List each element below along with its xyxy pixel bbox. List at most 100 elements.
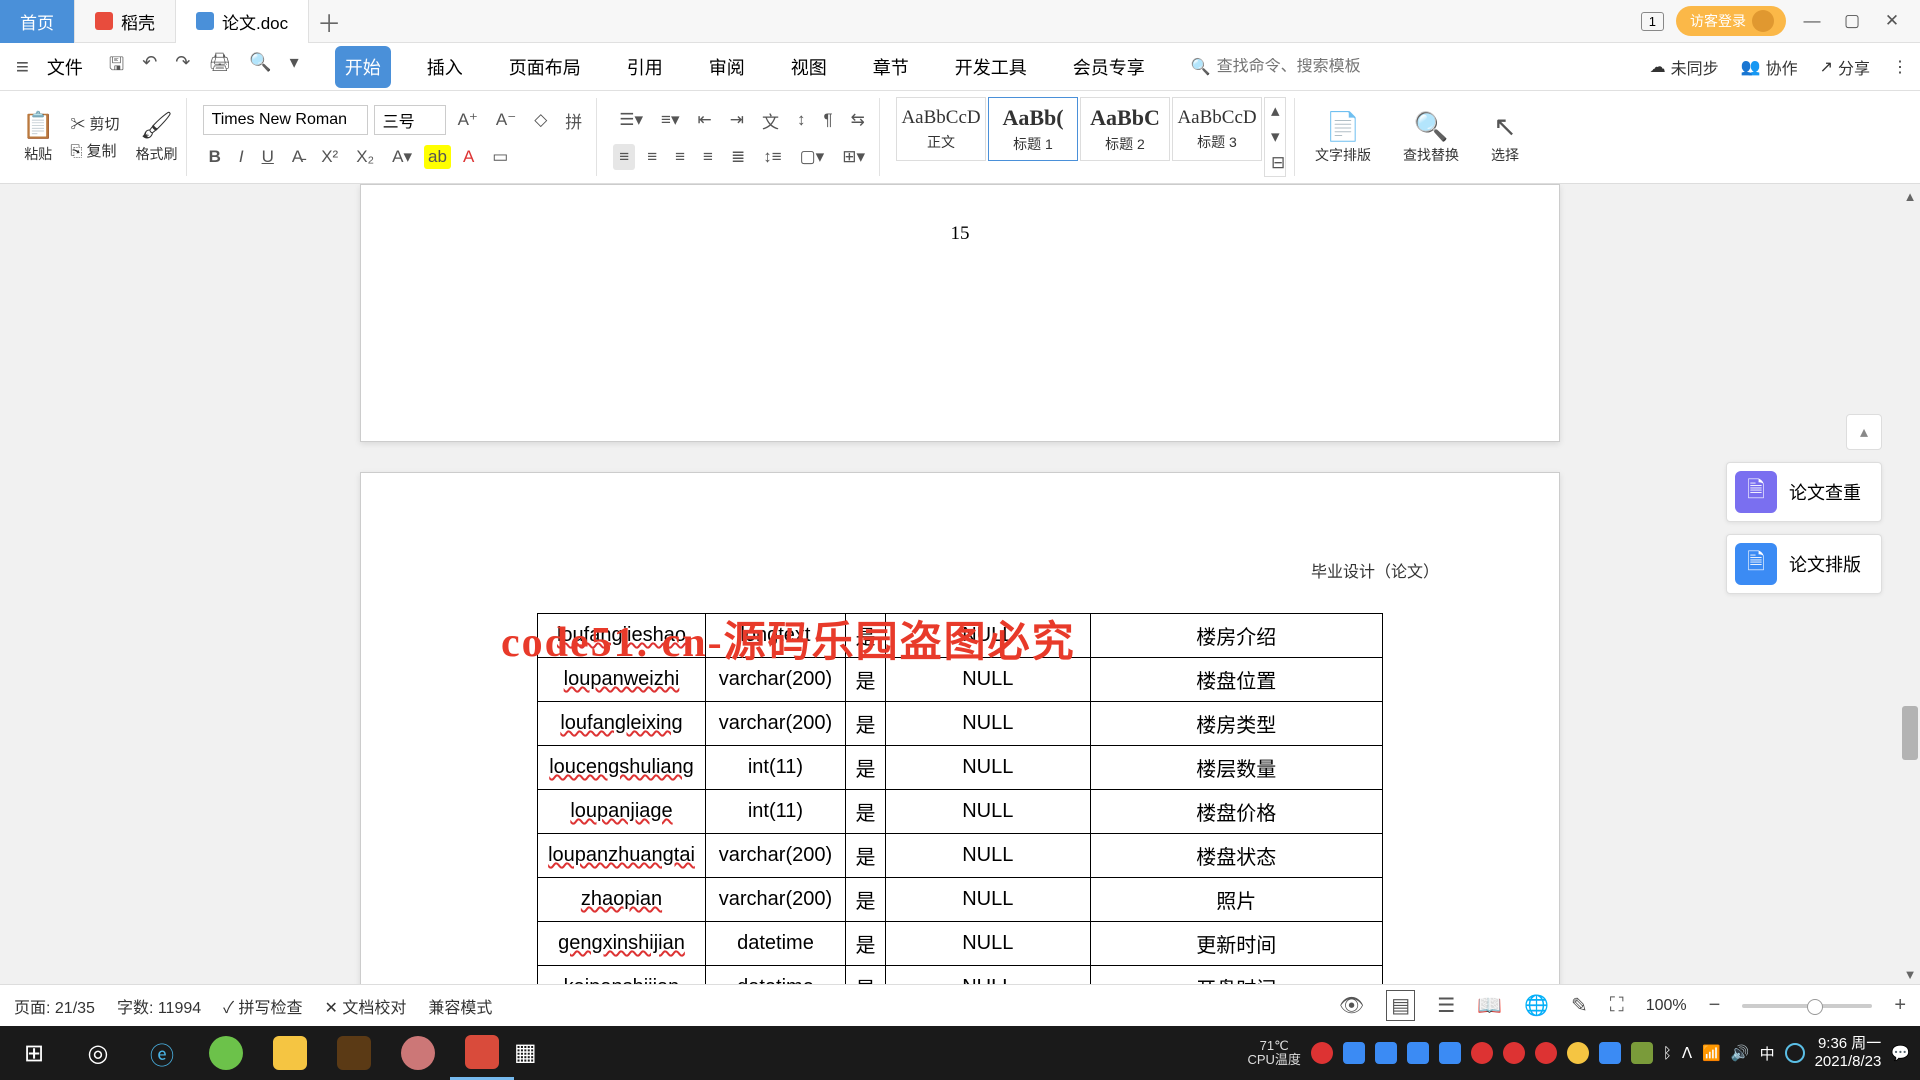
ie-icon[interactable]: ⓔ [130,1026,194,1080]
style-heading3[interactable]: AaBbCcD标题 3 [1172,97,1262,161]
asian-layout-button[interactable]: 文 [756,105,785,136]
ribbon-tab-view[interactable]: 视图 [781,46,837,88]
tray-icon[interactable] [1343,1042,1365,1064]
ribbon-tab-insert[interactable]: 插入 [417,46,473,88]
tab-document[interactable]: 论文.doc [176,0,309,43]
increase-font-icon[interactable]: A⁺ [452,107,484,133]
new-tab-button[interactable]: ＋ [309,4,349,39]
ribbon-tab-start[interactable]: 开始 [335,46,391,88]
select-button[interactable]: ↖选择 [1479,110,1531,165]
underline-button[interactable]: U [256,144,280,170]
line-spacing-button[interactable]: ↕≡ [757,144,787,170]
outline-view-icon[interactable]: ☰ [1437,993,1455,1018]
side-collapse-button[interactable]: ▴ [1846,414,1882,450]
close-button[interactable]: ✕ [1878,7,1906,35]
tab-daoke[interactable]: 稻壳 [75,0,176,43]
web-view-icon[interactable]: 🌐 [1524,993,1549,1018]
browser-icon[interactable] [194,1026,258,1080]
superscript-button[interactable]: X² [315,144,344,170]
styles-up-icon[interactable]: ▴ [1265,98,1285,124]
sort-button[interactable]: ↕ [791,107,812,133]
word-count[interactable]: 字数: 11994 [117,994,201,1018]
borders-button[interactable]: ⊞▾ [836,144,871,170]
edit-icon[interactable]: ✎ [1571,993,1588,1018]
strikethrough-button[interactable]: A̵ [286,144,309,170]
find-replace-button[interactable]: 🔍查找替换 [1391,110,1471,165]
justify-button[interactable]: ≡ [697,144,719,170]
qat-dropdown-icon[interactable]: ▾ [290,52,299,82]
tray-icon[interactable] [1503,1042,1525,1064]
ribbon-tab-section[interactable]: 章节 [863,46,919,88]
ribbon-tab-devtools[interactable]: 开发工具 [945,46,1037,88]
tab-home[interactable]: 首页 [0,0,75,43]
app1-icon[interactable] [322,1026,386,1080]
style-heading1[interactable]: AaBb(标题 1 [988,97,1078,161]
ribbon-tab-pagelayout[interactable]: 页面布局 [499,46,591,88]
plagiarism-check-button[interactable]: 🗎论文查重 [1726,462,1882,522]
redo-icon[interactable]: ↷ [175,52,190,82]
share-button[interactable]: ↗分享 [1820,55,1870,79]
preview-icon[interactable]: 🔍 [249,52,271,82]
cortana-icon[interactable] [1785,1043,1805,1063]
style-normal[interactable]: AaBbCcD正文 [896,97,986,161]
increase-indent-button[interactable]: ⇥ [724,107,750,133]
tray-icon[interactable] [1407,1042,1429,1064]
cpu-temp-widget[interactable]: ▦ [514,1040,537,1066]
fit-width-icon[interactable]: ⛶ [1610,994,1624,1017]
spellcheck-button[interactable]: ✓ 拼写检查 [223,994,302,1018]
font-size-input[interactable] [374,105,446,135]
styles-more-icon[interactable]: ⊟ [1265,150,1285,176]
command-search-input[interactable] [1217,58,1397,76]
align-left-button[interactable]: ≡ [613,144,635,170]
undo-icon[interactable]: ↶ [142,52,157,82]
clear-format-icon[interactable]: ◇ [528,107,553,133]
bullets-button[interactable]: ☰▾ [613,107,649,133]
vertical-scrollbar[interactable]: ▲ ▼ [1900,186,1920,984]
maximize-button[interactable]: ▢ [1838,7,1866,35]
zoom-in-button[interactable]: + [1894,994,1906,1017]
ribbon-tab-vip[interactable]: 会员专享 [1063,46,1155,88]
collab-button[interactable]: 👥协作 [1741,55,1798,79]
align-center-button[interactable]: ≡ [641,144,663,170]
scroll-up-icon[interactable]: ▲ [1900,186,1920,206]
ribbon-tab-reference[interactable]: 引用 [617,46,673,88]
distribute-button[interactable]: ≣ [725,144,751,170]
show-marks-button[interactable]: ¶ [818,107,839,133]
minimize-button[interactable]: — [1798,7,1826,35]
unsync-button[interactable]: ☁未同步 [1650,55,1719,79]
font-color-button[interactable]: A [457,144,480,170]
copy-button[interactable]: ⎘ 复制 [70,140,119,161]
bluetooth-icon[interactable]: ᛒ [1663,1045,1672,1062]
numbering-button[interactable]: ≡▾ [655,107,685,133]
tray-icon[interactable] [1439,1042,1461,1064]
command-search[interactable]: 🔍 [1191,57,1397,77]
styles-down-icon[interactable]: ▾ [1265,124,1285,150]
subscript-button[interactable]: X₂ [350,144,380,170]
wps-icon[interactable] [450,1026,514,1080]
tray-icon[interactable] [1311,1042,1333,1064]
char-border-button[interactable]: ▭ [486,144,514,170]
bold-button[interactable]: B [203,144,227,170]
document-area[interactable]: 15 毕业设计（论文） code51. cn-源码乐园盗图必究 loufangj… [0,184,1920,984]
highlight-button[interactable]: ab [424,145,451,169]
shading-button[interactable]: ▢▾ [794,144,831,170]
zoom-value[interactable]: 100% [1646,997,1687,1015]
clock[interactable]: 9:36 周一 2021/8/23 [1815,1035,1882,1071]
cut-button[interactable]: ✂ 剪切 [70,113,119,134]
style-heading2[interactable]: AaBbC标题 2 [1080,97,1170,161]
font-name-input[interactable] [203,105,368,135]
chevron-up-icon[interactable]: ᐱ [1682,1044,1692,1062]
notifications-icon[interactable]: 💬 [1891,1044,1910,1062]
more-icon[interactable]: ⋮ [1892,55,1908,79]
tray-icon[interactable] [1535,1042,1557,1064]
zoom-slider[interactable] [1742,1004,1872,1008]
read-view-icon[interactable]: 📖 [1477,993,1502,1018]
explorer-icon[interactable] [258,1026,322,1080]
tray-icon[interactable] [1631,1042,1653,1064]
paste-button[interactable]: 📋粘贴 [22,110,54,164]
file-menu[interactable]: 文件 [39,54,91,80]
scroll-down-icon[interactable]: ▼ [1900,964,1920,984]
guest-login-button[interactable]: 访客登录 [1676,6,1786,36]
page-count[interactable]: 页面: 21/35 [14,994,95,1018]
tray-icon[interactable] [1375,1042,1397,1064]
